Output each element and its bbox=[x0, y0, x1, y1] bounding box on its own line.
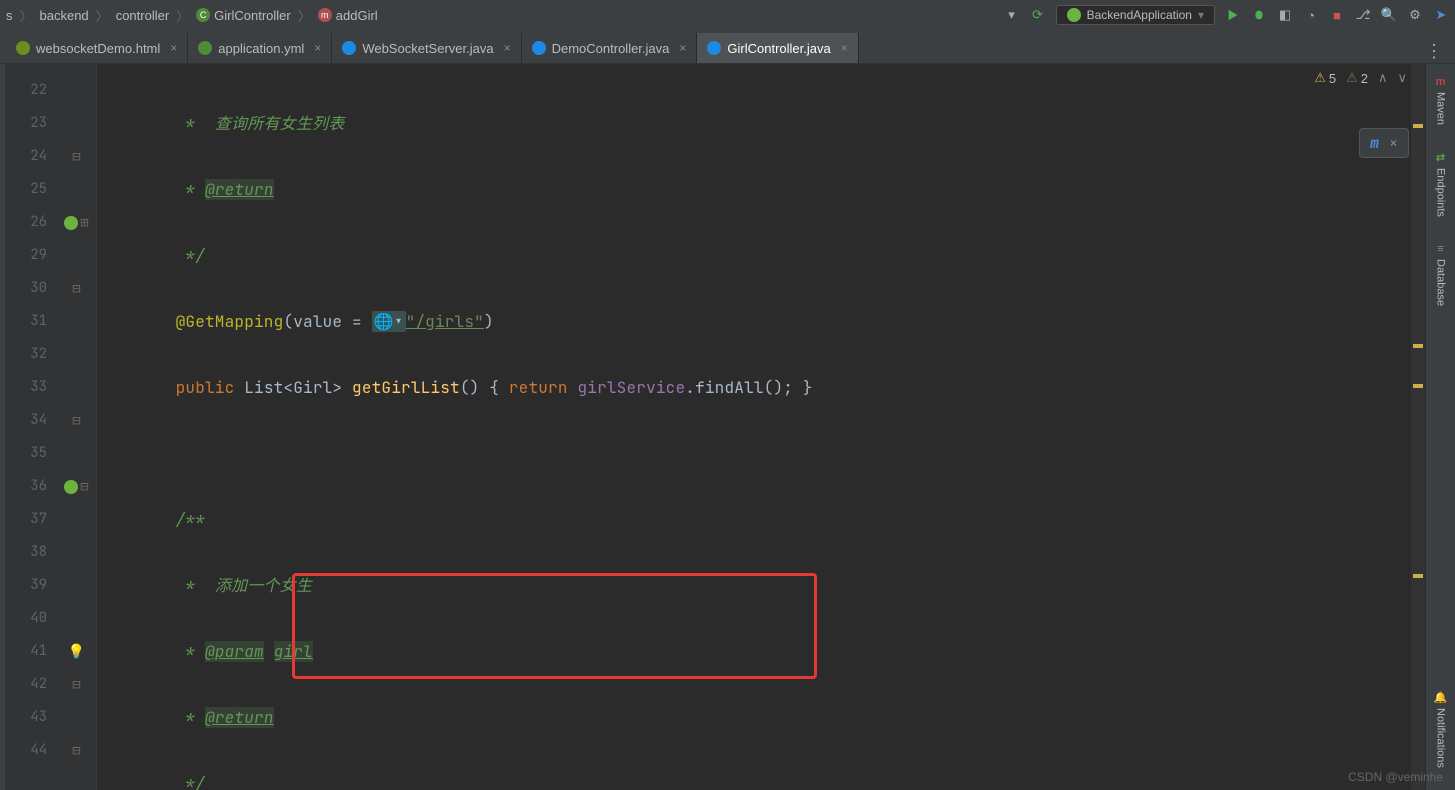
close-icon[interactable]: × bbox=[500, 41, 511, 55]
method-icon: m bbox=[318, 8, 332, 22]
line-numbers: 2223242526293031323334353637383940414243… bbox=[5, 64, 57, 790]
maven-tool-button[interactable]: mMaven bbox=[1435, 70, 1447, 137]
yml-file-icon bbox=[198, 41, 212, 55]
database-icon: ≡ bbox=[1437, 243, 1443, 255]
chevron-right-icon: 〉 bbox=[173, 6, 192, 25]
more-tabs-button[interactable]: ⋮ bbox=[1413, 40, 1455, 63]
fold-toggle[interactable]: ⊟ bbox=[72, 412, 80, 430]
toolbar-right: ▾ ⟳ BackendApplication ▾ ◧ ◔ ■ ⎇ 🔍 ⚙ ➤ bbox=[1004, 5, 1449, 25]
fold-toggle[interactable]: ⊟ bbox=[72, 676, 80, 694]
fold-toggle[interactable]: ⊟ bbox=[72, 148, 80, 166]
breadcrumb-method-label: addGirl bbox=[336, 8, 378, 23]
database-tool-button[interactable]: ≡Database bbox=[1435, 237, 1447, 318]
close-icon[interactable]: × bbox=[837, 41, 848, 55]
editor-tabs: websocketDemo.html × application.yml × Web… bbox=[0, 30, 1455, 64]
tab-democontroller[interactable]: DemoController.java × bbox=[522, 33, 698, 63]
tab-label: application.yml bbox=[218, 41, 304, 56]
chevron-up-icon[interactable]: ∧ bbox=[1378, 70, 1388, 86]
error-stripe[interactable] bbox=[1411, 64, 1425, 790]
tab-label: GirlController.java bbox=[727, 41, 830, 56]
tab-girlcontroller[interactable]: GirlController.java × bbox=[697, 33, 858, 63]
chevron-right-icon: 〉 bbox=[93, 6, 112, 25]
breadcrumb-backend[interactable]: backend bbox=[40, 8, 89, 23]
right-tool-sidebar: mMaven ⇄Endpoints ≡Database 🔔Notificatio… bbox=[1425, 64, 1455, 790]
tool-icon: m bbox=[1370, 133, 1379, 153]
debug-button[interactable] bbox=[1251, 7, 1267, 23]
profile-button[interactable]: ◔ bbox=[1303, 7, 1319, 23]
java-file-icon bbox=[532, 41, 546, 55]
floating-tool-widget[interactable]: m × bbox=[1359, 128, 1409, 158]
tab-application-yml[interactable]: application.yml × bbox=[188, 33, 332, 63]
chevron-right-icon: 〉 bbox=[17, 6, 36, 25]
build-icon[interactable]: ⟳ bbox=[1030, 7, 1046, 23]
watermark: CSDN @veminhe bbox=[1348, 770, 1443, 784]
editor[interactable]: 2223242526293031323334353637383940414243… bbox=[5, 64, 1425, 790]
gutter-icons: ⊟ ⊞ ⊟ ⊟ ⊟ 💡 ⊟ ⊟ bbox=[57, 64, 97, 790]
tab-label: WebSocketServer.java bbox=[362, 41, 493, 56]
fold-toggle[interactable]: ⊟ bbox=[80, 478, 88, 496]
html-file-icon bbox=[16, 41, 30, 55]
notifications-tool-button[interactable]: 🔔Notifications bbox=[1434, 685, 1448, 780]
spring-gutter-icon[interactable] bbox=[64, 216, 78, 230]
tab-websocketdemo[interactable]: websocketDemo.html × bbox=[6, 33, 188, 63]
tab-label: DemoController.java bbox=[552, 41, 670, 56]
endpoints-icon: ⇄ bbox=[1436, 151, 1445, 164]
run-button[interactable] bbox=[1225, 7, 1241, 23]
warning-icon: ⚠ bbox=[1314, 70, 1326, 86]
chevron-down-icon[interactable]: ∨ bbox=[1397, 70, 1407, 86]
breadcrumb-controller[interactable]: controller bbox=[116, 8, 169, 23]
weak-warning-count: 2 bbox=[1361, 71, 1368, 86]
chevron-right-icon: 〉 bbox=[295, 6, 314, 25]
close-icon[interactable]: × bbox=[310, 41, 321, 55]
arrow-icon[interactable]: ➤ bbox=[1433, 7, 1449, 23]
class-icon: C bbox=[196, 8, 210, 22]
fold-toggle[interactable]: ⊞ bbox=[80, 214, 88, 232]
run-configuration-label: BackendApplication bbox=[1087, 8, 1192, 22]
warning-count: 5 bbox=[1329, 71, 1336, 86]
code-area[interactable]: * 查询所有女生列表 * @return */ @GetMapping(valu… bbox=[97, 64, 1411, 790]
breadcrumbs: s 〉 backend 〉 controller 〉 C GirlControll… bbox=[6, 6, 1004, 25]
java-file-icon bbox=[342, 41, 356, 55]
coverage-button[interactable]: ◧ bbox=[1277, 7, 1293, 23]
close-icon[interactable]: × bbox=[675, 41, 686, 55]
java-file-icon bbox=[707, 41, 721, 55]
user-icon[interactable]: ▾ bbox=[1004, 7, 1020, 23]
fold-toggle[interactable]: ⊟ bbox=[72, 280, 80, 298]
git-icon[interactable]: ⎇ bbox=[1355, 7, 1371, 23]
inspection-widget[interactable]: ⚠5 ⚠2 ∧ ∨ bbox=[1314, 70, 1407, 86]
editor-main: 2223242526293031323334353637383940414243… bbox=[0, 64, 1455, 790]
tab-websocketserver[interactable]: WebSocketServer.java × bbox=[332, 33, 521, 63]
spring-icon bbox=[1067, 8, 1081, 22]
intention-bulb-icon[interactable]: 💡 bbox=[68, 643, 85, 661]
breadcrumb-method[interactable]: m addGirl bbox=[318, 8, 378, 23]
stop-button[interactable]: ■ bbox=[1329, 7, 1345, 23]
endpoints-tool-button[interactable]: ⇄Endpoints bbox=[1435, 145, 1447, 229]
tab-label: websocketDemo.html bbox=[36, 41, 160, 56]
breadcrumb-class-label: GirlController bbox=[214, 8, 291, 23]
run-configuration-selector[interactable]: BackendApplication ▾ bbox=[1056, 5, 1215, 25]
breadcrumb-class[interactable]: C GirlController bbox=[196, 8, 291, 23]
navigation-bar: s 〉 backend 〉 controller 〉 C GirlControll… bbox=[0, 0, 1455, 30]
fold-toggle[interactable]: ⊟ bbox=[72, 742, 80, 760]
bell-icon: 🔔 bbox=[1434, 691, 1448, 704]
chevron-down-icon: ▾ bbox=[1198, 8, 1204, 22]
breadcrumb-root[interactable]: s bbox=[6, 8, 13, 23]
weak-warning-icon: ⚠ bbox=[1346, 70, 1358, 86]
spring-gutter-icon[interactable] bbox=[64, 480, 78, 494]
settings-icon[interactable]: ⚙ bbox=[1407, 7, 1423, 23]
search-icon[interactable]: 🔍 bbox=[1381, 7, 1397, 23]
maven-icon: m bbox=[1436, 76, 1446, 88]
close-icon[interactable]: × bbox=[166, 41, 177, 55]
close-icon[interactable]: × bbox=[1389, 133, 1398, 153]
